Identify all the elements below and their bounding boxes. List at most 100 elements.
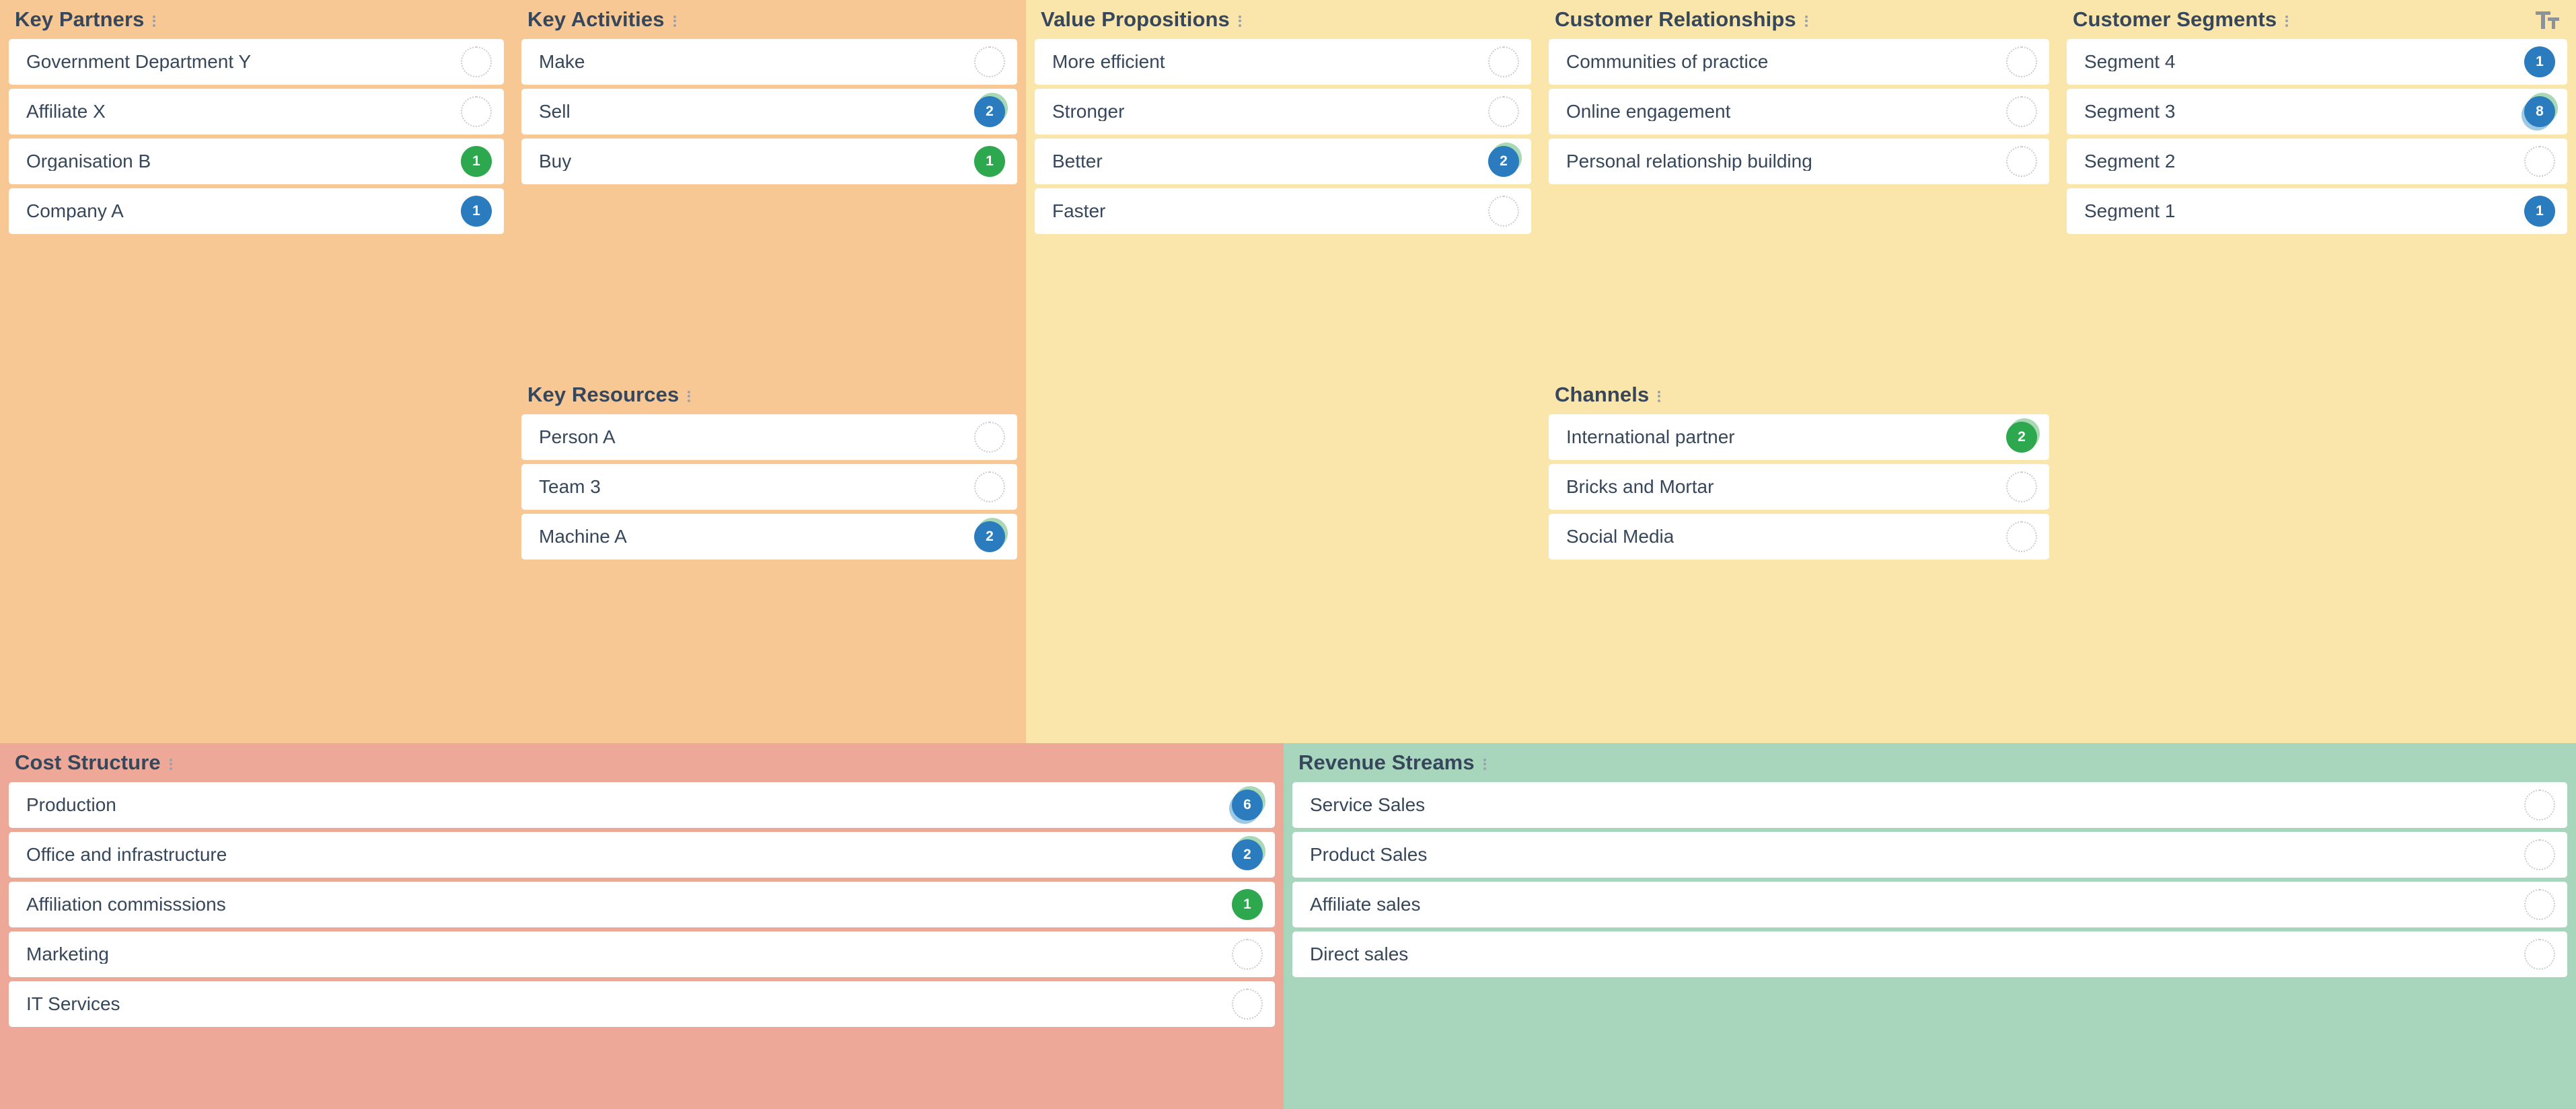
badge-empty-placeholder[interactable] — [974, 422, 1005, 453]
card-badge[interactable]: 2 — [974, 93, 1008, 127]
badge-empty-placeholder[interactable] — [2524, 939, 2555, 970]
card-row[interactable]: Affiliate X — [9, 89, 504, 135]
card-badge[interactable]: 6 — [1229, 786, 1265, 824]
badge-empty-placeholder[interactable] — [2006, 471, 2037, 502]
kebab-menu-icon[interactable] — [673, 13, 676, 27]
badge-empty-placeholder[interactable] — [974, 46, 1005, 77]
card-label: Affiliate X — [26, 102, 106, 121]
card-row[interactable]: Faster — [1035, 188, 1531, 234]
revenue-streams-list: Service Sales Product Sales Affiliate sale… — [1284, 782, 2576, 977]
badge-empty-placeholder[interactable] — [2524, 839, 2555, 870]
card-badge[interactable]: 1 — [2524, 196, 2555, 227]
card-badge[interactable]: 2 — [1232, 836, 1265, 870]
kebab-menu-icon[interactable] — [1804, 13, 1808, 27]
badge-empty-placeholder[interactable] — [461, 46, 492, 77]
key-activities-header: Key Activities — [513, 0, 1026, 39]
card-row[interactable]: Better 2 — [1035, 139, 1531, 184]
badge-empty-placeholder[interactable] — [2524, 889, 2555, 920]
badge-empty-placeholder[interactable] — [2006, 521, 2037, 552]
key-activities-title: Key Activities — [527, 7, 665, 31]
card-row[interactable]: Team 3 — [521, 464, 1017, 510]
kebab-menu-icon[interactable] — [1238, 13, 1241, 27]
kebab-menu-icon[interactable] — [1483, 756, 1486, 770]
card-row[interactable]: Production 6 — [9, 782, 1275, 828]
kebab-menu-icon[interactable] — [169, 756, 172, 770]
card-label: Social Media — [1566, 527, 1675, 546]
badge-empty-placeholder[interactable] — [2006, 46, 2037, 77]
card-label: Better — [1052, 152, 1103, 171]
kebab-menu-icon[interactable] — [2285, 13, 2289, 27]
card-row[interactable]: Communities of practice — [1549, 39, 2049, 85]
card-row[interactable]: Organisation B 1 — [9, 139, 504, 184]
customer-segments-header: Customer Segments — [2058, 0, 2576, 39]
section-cost-structure: Cost Structure Production 6 Office and inf… — [0, 743, 1284, 1109]
value-propositions-list: More efficient Stronger Better 2 Faster — [1026, 39, 1540, 234]
card-row[interactable]: Segment 1 1 — [2067, 188, 2567, 234]
card-row[interactable]: Company A 1 — [9, 188, 504, 234]
card-row[interactable]: Sell 2 — [521, 89, 1017, 135]
badge-empty-placeholder[interactable] — [1488, 46, 1519, 77]
card-row[interactable]: Social Media — [1549, 514, 2049, 560]
kebab-menu-icon[interactable] — [688, 388, 691, 402]
card-row[interactable]: Service Sales — [1292, 782, 2567, 828]
badge-empty-placeholder[interactable] — [1488, 96, 1519, 127]
card-row[interactable]: Online engagement — [1549, 89, 2049, 135]
card-label: Bricks and Mortar — [1566, 477, 1714, 496]
badge-empty-placeholder[interactable] — [2006, 96, 2037, 127]
card-badge[interactable]: 1 — [2524, 46, 2555, 77]
card-badge[interactable]: 2 — [2006, 418, 2040, 453]
badge-empty-placeholder[interactable] — [2524, 790, 2555, 820]
card-badge[interactable]: 1 — [974, 146, 1005, 177]
card-row[interactable]: Stronger — [1035, 89, 1531, 135]
badge-empty-placeholder[interactable] — [1232, 939, 1263, 970]
kebab-menu-icon[interactable] — [153, 13, 156, 27]
badge-empty-placeholder[interactable] — [1488, 196, 1519, 227]
card-label: Team 3 — [539, 477, 601, 496]
card-badge[interactable]: 1 — [461, 146, 492, 177]
card-badge[interactable]: 2 — [974, 518, 1008, 552]
badge-empty-placeholder[interactable] — [1232, 989, 1263, 1020]
card-row[interactable]: Marketing — [9, 931, 1275, 977]
card-label: Production — [26, 796, 116, 814]
card-row[interactable]: Personal relationship building — [1549, 139, 2049, 184]
kebab-menu-icon[interactable] — [1658, 388, 1661, 402]
card-badge[interactable]: 2 — [1488, 143, 1522, 177]
key-resources-title: Key Resources — [527, 383, 679, 406]
card-row[interactable]: Segment 4 1 — [2067, 39, 2567, 85]
card-row[interactable]: More efficient — [1035, 39, 1531, 85]
card-row[interactable]: Direct sales — [1292, 931, 2567, 977]
card-label: Online engagement — [1566, 102, 1731, 121]
card-label: Company A — [26, 202, 124, 221]
card-row[interactable]: Bricks and Mortar — [1549, 464, 2049, 510]
card-row[interactable]: Make — [521, 39, 1017, 85]
card-badge[interactable]: 1 — [1232, 889, 1263, 920]
card-row[interactable]: Segment 2 — [2067, 139, 2567, 184]
channels-title: Channels — [1555, 383, 1650, 406]
channels-list: International partner 2 Bricks and Mortar S… — [1540, 414, 2058, 560]
card-row[interactable]: Affiliation commisssions 1 — [9, 882, 1275, 927]
card-row[interactable]: Office and infrastructure 2 — [9, 832, 1275, 878]
card-row[interactable]: Buy 1 — [521, 139, 1017, 184]
card-row[interactable]: Segment 3 8 — [2067, 89, 2567, 135]
badge-count: 8 — [2524, 96, 2555, 127]
card-row[interactable]: Product Sales — [1292, 832, 2567, 878]
card-badge[interactable]: 8 — [2522, 93, 2558, 130]
card-row[interactable]: Affiliate sales — [1292, 882, 2567, 927]
card-label: Segment 4 — [2084, 52, 2176, 71]
badge-empty-placeholder[interactable] — [461, 96, 492, 127]
card-row[interactable]: Government Department Y — [9, 39, 504, 85]
card-badge[interactable]: 1 — [461, 196, 492, 227]
badge-empty-placeholder[interactable] — [2006, 146, 2037, 177]
card-row[interactable]: International partner 2 — [1549, 414, 2049, 460]
text-size-icon[interactable] — [2534, 9, 2561, 31]
card-row[interactable]: Machine A 2 — [521, 514, 1017, 560]
card-label: Affiliation commisssions — [26, 895, 226, 914]
badge-empty-placeholder[interactable] — [2524, 146, 2555, 177]
card-label: Affiliate sales — [1310, 895, 1421, 914]
card-row[interactable]: IT Services — [9, 981, 1275, 1027]
section-key-activities: Key Activities Make Sell 2 Buy 1 Key Resourc… — [513, 0, 1026, 743]
card-label: Machine A — [539, 527, 627, 546]
section-revenue-streams: Revenue Streams Service Sales Product Sal… — [1284, 743, 2576, 1109]
badge-empty-placeholder[interactable] — [974, 471, 1005, 502]
card-row[interactable]: Person A — [521, 414, 1017, 460]
